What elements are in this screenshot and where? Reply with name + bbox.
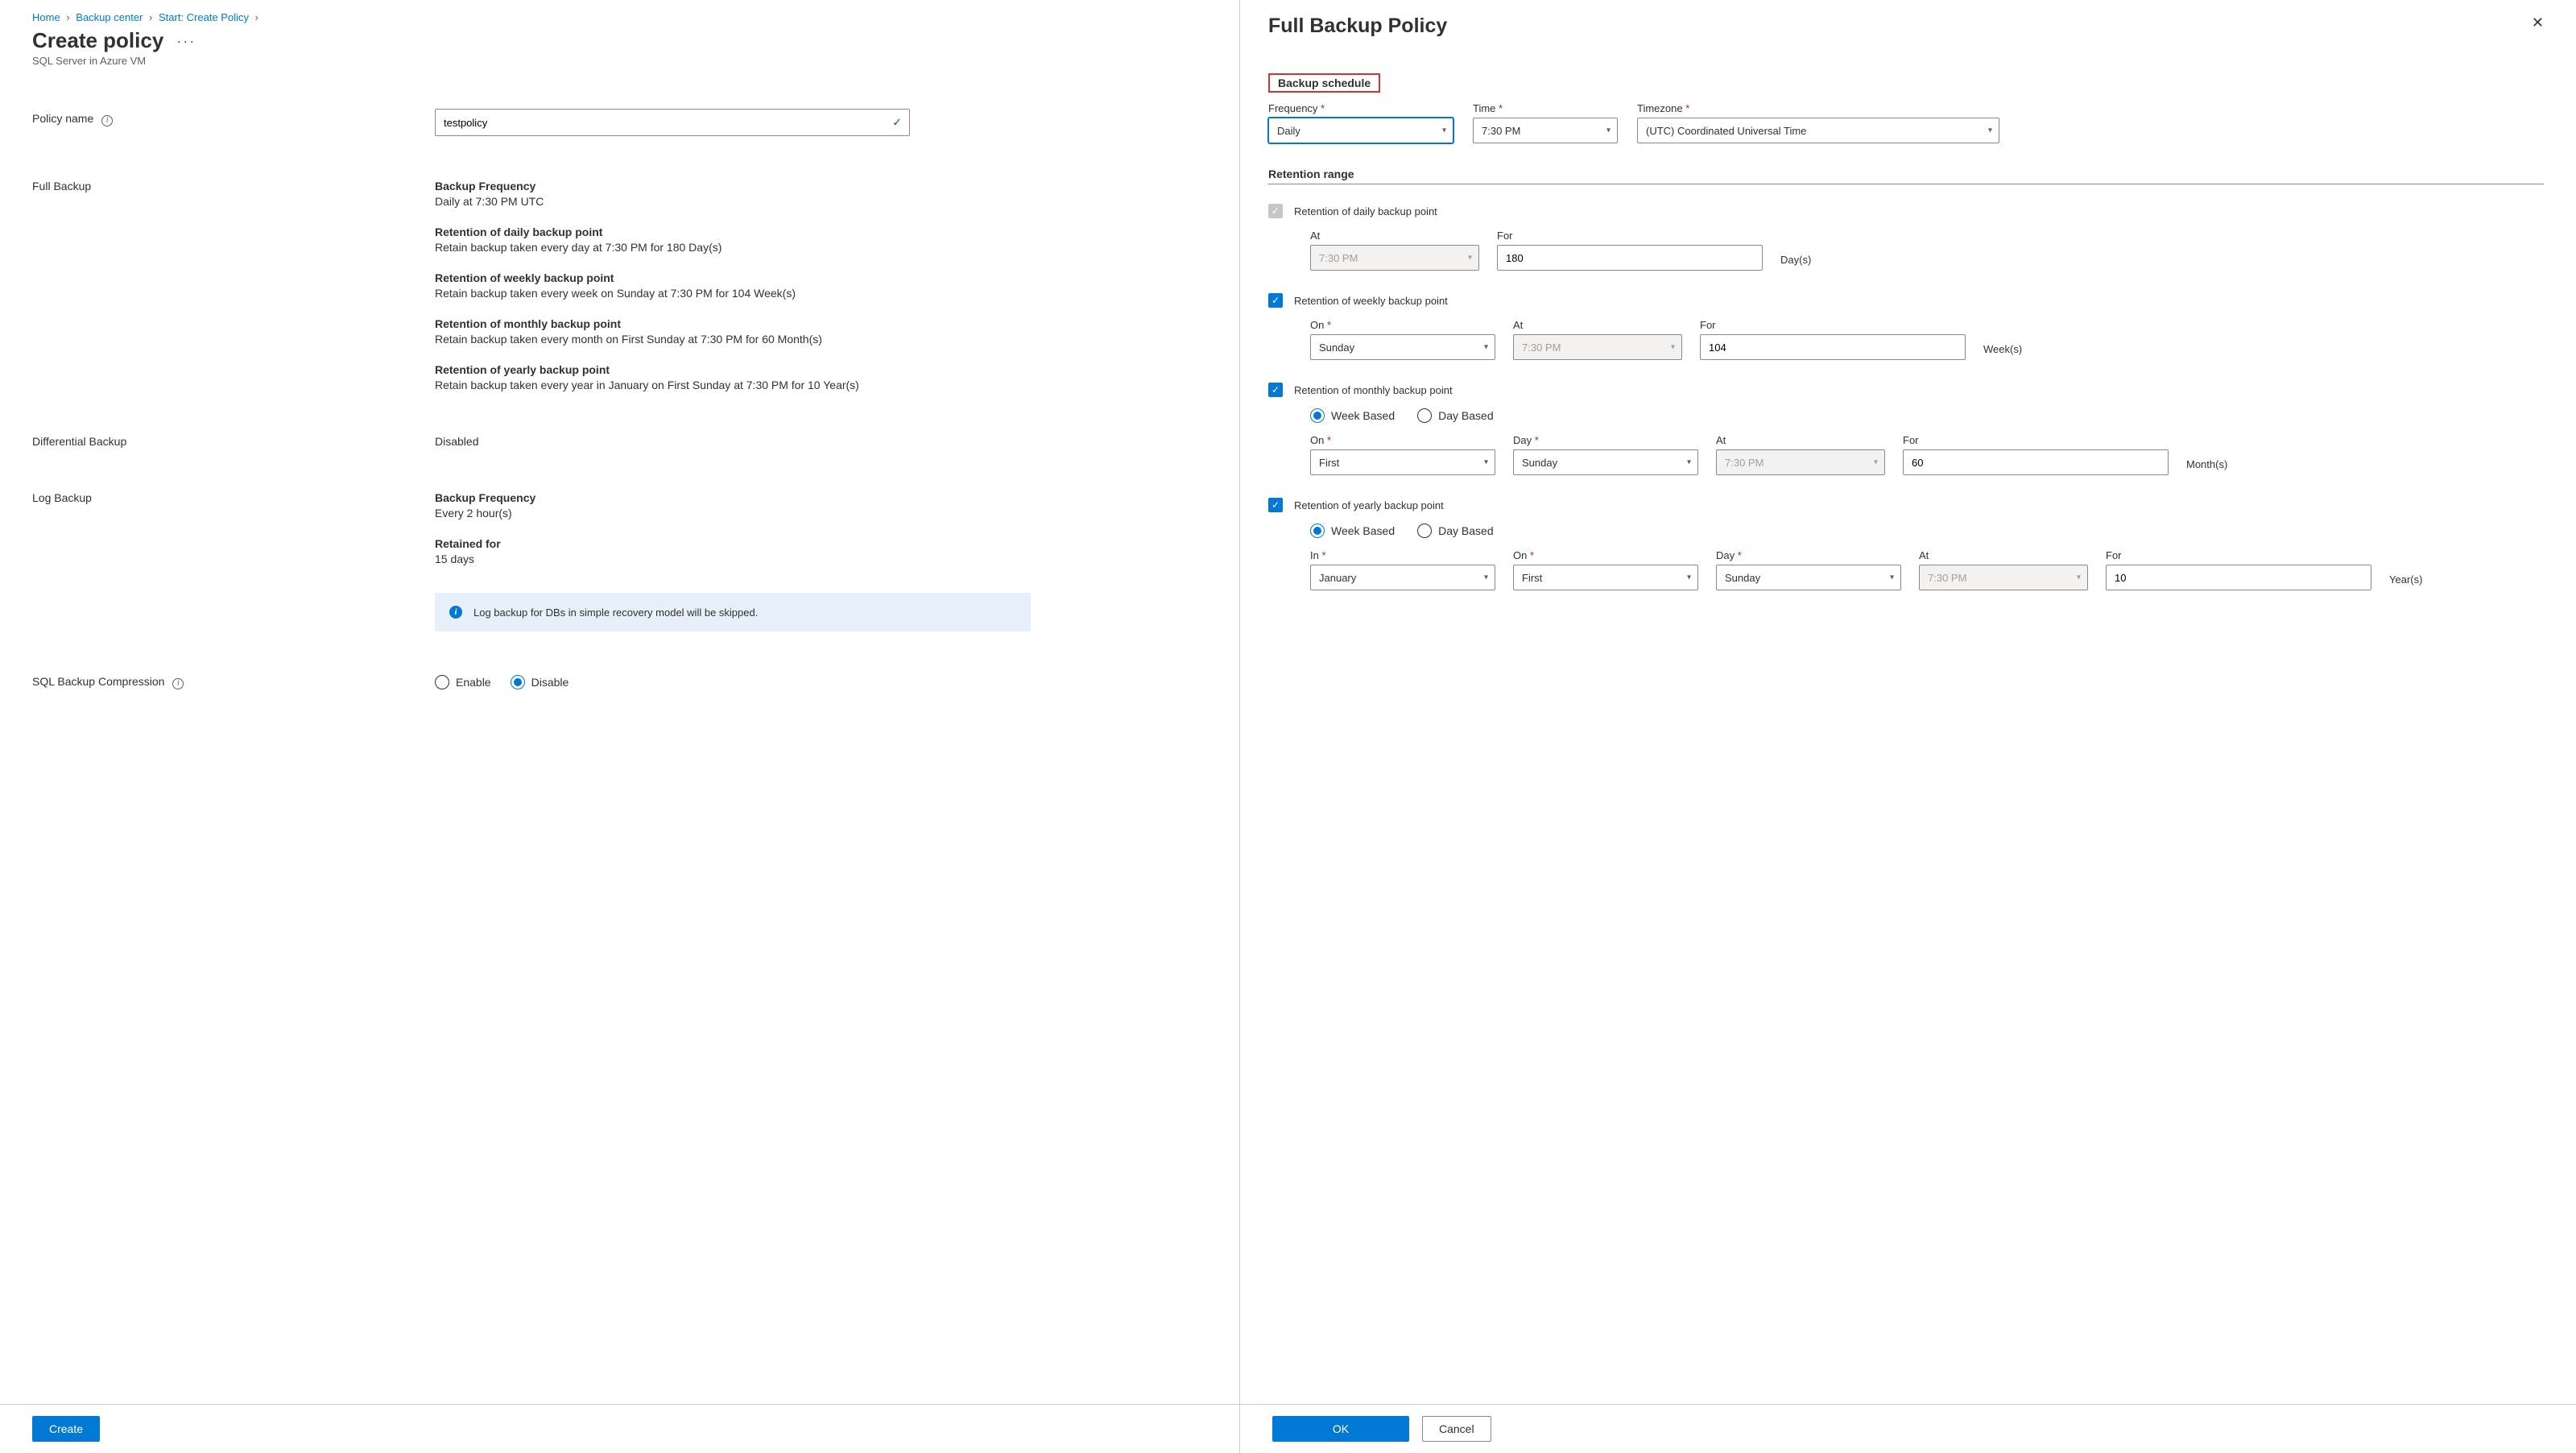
monthly-for-input[interactable]: [1903, 449, 2169, 475]
weekly-on-select[interactable]: Sunday▾: [1310, 334, 1495, 360]
daily-for-input[interactable]: [1497, 245, 1763, 271]
retention-range-heading: Retention range: [1268, 168, 2544, 180]
time-select[interactable]: 7:30 PM▾: [1473, 118, 1618, 143]
chevron-down-icon: ▾: [1890, 573, 1894, 582]
monthly-at-select: 7:30 PM▾: [1716, 449, 1885, 475]
monthly-retention-label: Retention of monthly backup point: [1294, 384, 1453, 396]
chevron-down-icon: ▾: [2077, 573, 2081, 582]
yearly-retention-checkbox[interactable]: ✓: [1268, 498, 1283, 512]
breadcrumb: Home › Backup center › Start: Create Pol…: [32, 11, 1220, 23]
breadcrumb-center[interactable]: Backup center: [76, 11, 143, 23]
monthly-on-select[interactable]: First▾: [1310, 449, 1495, 475]
monthly-week-based-radio[interactable]: Week Based: [1310, 408, 1395, 423]
panel-title: Full Backup Policy: [1268, 14, 1447, 38]
info-icon[interactable]: i: [101, 115, 113, 126]
yearly-week-based-radio[interactable]: Week Based: [1310, 524, 1395, 538]
daily-retention-label: Retention of daily backup point: [1294, 205, 1437, 217]
breadcrumb-start[interactable]: Start: Create Policy: [159, 11, 249, 23]
yearly-on-select[interactable]: First▾: [1513, 565, 1698, 590]
daily-at-select: 7:30 PM▾: [1310, 245, 1479, 271]
chevron-down-icon: ▾: [1468, 254, 1472, 263]
monthly-day-based-radio[interactable]: Day Based: [1417, 408, 1493, 423]
differential-backup-value: Disabled: [435, 435, 478, 448]
chevron-down-icon: ▾: [1484, 343, 1488, 352]
log-backup-label: Log Backup: [32, 491, 435, 631]
policy-name-label: Policy name i: [32, 109, 435, 126]
create-button[interactable]: Create: [32, 1416, 100, 1442]
chevron-down-icon: ▾: [1988, 126, 1992, 135]
chevron-down-icon: ▾: [1671, 343, 1675, 352]
monthly-retention-checkbox[interactable]: ✓: [1268, 383, 1283, 397]
yearly-for-input[interactable]: [2106, 565, 2371, 590]
compression-disable-radio[interactable]: Disable: [511, 675, 569, 689]
breadcrumb-home[interactable]: Home: [32, 11, 60, 23]
full-backup-label: Full Backup: [32, 180, 435, 391]
info-banner-icon: i: [449, 606, 462, 619]
page-subtitle: SQL Server in Azure VM: [32, 55, 1220, 67]
frequency-select[interactable]: Daily▾: [1268, 118, 1453, 143]
yearly-in-select[interactable]: January▾: [1310, 565, 1495, 590]
weekly-retention-checkbox[interactable]: ✓: [1268, 293, 1283, 308]
sql-compression-label: SQL Backup Compression i: [32, 675, 435, 689]
yearly-day-based-radio[interactable]: Day Based: [1417, 524, 1493, 538]
chevron-down-icon: ▾: [1687, 458, 1691, 467]
yearly-at-select: 7:30 PM▾: [1919, 565, 2088, 590]
page-title: Create policy: [32, 28, 163, 53]
info-icon[interactable]: i: [172, 678, 184, 689]
cancel-button[interactable]: Cancel: [1422, 1416, 1491, 1442]
chevron-down-icon: ▾: [1442, 126, 1446, 135]
info-banner: i Log backup for DBs in simple recovery …: [435, 593, 1031, 631]
chevron-down-icon: ▾: [1874, 458, 1878, 467]
more-actions-icon[interactable]: ···: [176, 33, 196, 50]
weekly-for-input[interactable]: [1700, 334, 1966, 360]
weekly-retention-label: Retention of weekly backup point: [1294, 295, 1448, 307]
chevron-down-icon: ▾: [1484, 458, 1488, 467]
policy-name-input[interactable]: [435, 109, 910, 136]
ok-button[interactable]: OK: [1272, 1416, 1409, 1442]
backup-schedule-heading: Backup schedule: [1268, 73, 1380, 93]
yearly-day-select[interactable]: Sunday▾: [1716, 565, 1901, 590]
chevron-down-icon: ▾: [1606, 126, 1611, 135]
close-icon[interactable]: ✕: [2532, 14, 2544, 31]
chevron-down-icon: ▾: [1687, 573, 1691, 582]
valid-check-icon: ✓: [892, 116, 902, 130]
timezone-select[interactable]: (UTC) Coordinated Universal Time▾: [1637, 118, 1999, 143]
chevron-down-icon: ▾: [1484, 573, 1488, 582]
weekly-at-select: 7:30 PM▾: [1513, 334, 1682, 360]
compression-enable-radio[interactable]: Enable: [435, 675, 491, 689]
monthly-day-select[interactable]: Sunday▾: [1513, 449, 1698, 475]
yearly-retention-label: Retention of yearly backup point: [1294, 499, 1444, 511]
differential-backup-label: Differential Backup: [32, 435, 435, 448]
daily-retention-checkbox: ✓: [1268, 204, 1283, 218]
